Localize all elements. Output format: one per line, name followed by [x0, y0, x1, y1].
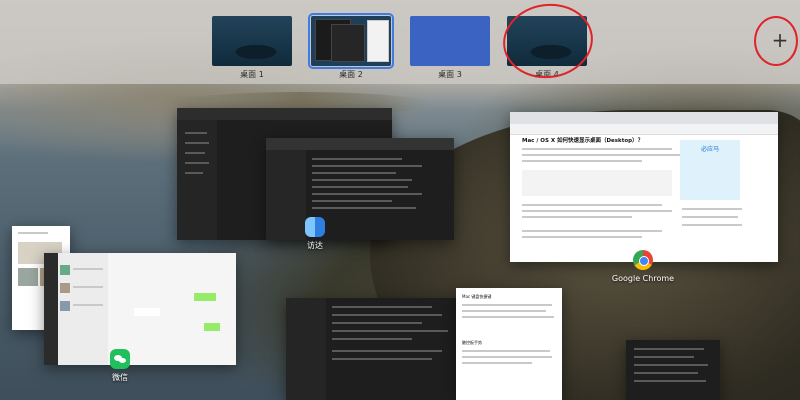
- document-heading-shortcuts: Mac 键盘快捷键: [462, 294, 492, 299]
- chrome-label: Google Chrome: [611, 274, 675, 283]
- space-1[interactable]: 桌面 1: [212, 16, 292, 79]
- finder-window-front[interactable]: [266, 138, 454, 240]
- document-heading-gestures: 触控板手势: [462, 340, 482, 345]
- space-3-thumbnail[interactable]: [410, 16, 490, 66]
- space-3-label: 桌面 3: [438, 70, 462, 79]
- space-2-label: 桌面 2: [339, 70, 363, 79]
- chrome-icon[interactable]: [633, 250, 653, 270]
- editor-window[interactable]: [286, 298, 456, 400]
- finder-label: 访达: [307, 241, 323, 250]
- chrome-window[interactable]: Mac / OS X 如何快速显示桌面（Desktop）？ 必应马: [510, 112, 778, 262]
- wechat-chat-window[interactable]: [44, 253, 236, 365]
- downloads-window[interactable]: [626, 340, 720, 400]
- wechat-label: 微信: [112, 373, 128, 382]
- space-1-label: 桌面 1: [240, 70, 264, 79]
- document-window[interactable]: Mac 键盘快捷键 触控板手势: [456, 288, 562, 400]
- spaces-bar: 桌面 1 桌面 2 桌面 3 桌面 4 +: [0, 0, 800, 84]
- space-2-thumbnail[interactable]: [308, 13, 394, 69]
- wechat-icon[interactable]: [110, 349, 130, 369]
- finder-icon[interactable]: [305, 217, 325, 237]
- space-3[interactable]: 桌面 3: [410, 16, 490, 79]
- space-2[interactable]: 桌面 2: [308, 13, 394, 79]
- chrome-ad-text: 必应马: [700, 146, 719, 153]
- space-1-thumbnail[interactable]: [212, 16, 292, 66]
- chrome-ad-banner[interactable]: 必应马: [680, 140, 740, 200]
- annotation-circle-add-space: [754, 16, 798, 66]
